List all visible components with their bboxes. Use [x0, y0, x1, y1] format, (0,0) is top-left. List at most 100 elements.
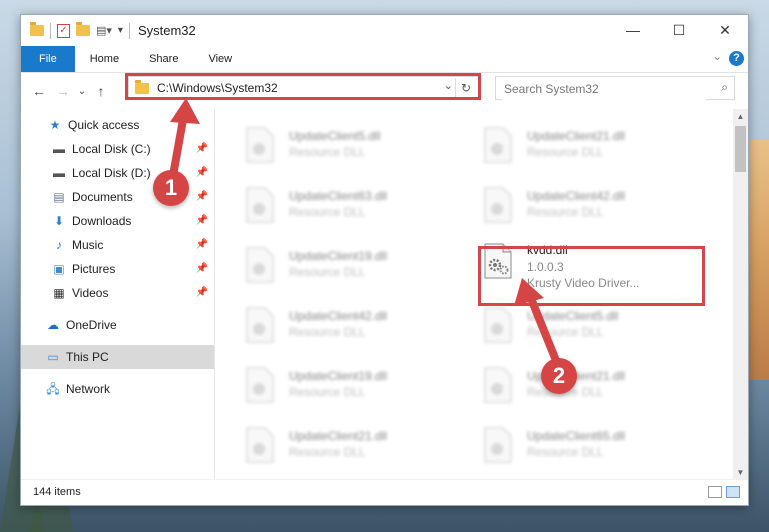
drive-icon: ▬: [53, 142, 65, 156]
explorer-window: ✓ ▤▾ ▾ System32 — ☐ ✕ File Home Share Vi…: [20, 14, 749, 506]
file-description: Resource DLL: [289, 385, 366, 399]
pictures-icon: ▣: [53, 262, 65, 276]
scroll-down-icon[interactable]: ▼: [733, 465, 748, 480]
window-title: System32: [137, 23, 196, 38]
new-folder-icon[interactable]: [76, 22, 90, 36]
search-input[interactable]: [502, 78, 706, 100]
expand-ribbon-icon[interactable]: ⌄: [713, 50, 722, 63]
file-item[interactable]: UpdateClient19.dll Resource DLL: [245, 247, 387, 283]
pc-icon: ▭: [47, 350, 59, 364]
large-icons-view-icon[interactable]: [726, 486, 740, 498]
tab-file[interactable]: File: [21, 46, 75, 72]
pin-icon: 📌: [195, 263, 208, 274]
sidebar-item-music[interactable]: ♪ Music 📌: [21, 233, 214, 257]
file-description: Resource DLL: [289, 325, 366, 339]
file-name: UpdateClient19.dll: [289, 369, 388, 383]
address-dropdown-icon[interactable]: ⌄: [444, 79, 453, 92]
file-item[interactable]: UpdateClient65.dll Resource DLL: [483, 427, 625, 463]
tab-home[interactable]: Home: [75, 46, 134, 72]
recent-locations-button[interactable]: ⌄: [75, 86, 89, 97]
dll-file-icon: [484, 367, 512, 403]
help-icon[interactable]: ?: [729, 51, 744, 66]
sidebar-item-label: Network: [66, 382, 111, 396]
sidebar-item-label: Quick access: [68, 118, 140, 132]
close-button[interactable]: ✕: [702, 15, 748, 46]
dll-file-icon: [484, 187, 512, 223]
details-view-icon[interactable]: [708, 486, 722, 498]
sidebar-item-label: Pictures: [72, 262, 116, 276]
file-name: UpdateClient5.dll: [289, 129, 381, 143]
maximize-button[interactable]: ☐: [656, 15, 702, 46]
sidebar-item-network[interactable]: 🖧 Network: [21, 377, 214, 401]
status-bar: 144 items: [21, 479, 748, 505]
dll-file-icon: [246, 307, 274, 343]
sidebar-item-label: Local Disk (C:): [72, 142, 151, 156]
folder-icon: [135, 79, 149, 94]
sidebar-item-quick-access[interactable]: ★ Quick access: [21, 113, 214, 137]
item-count: 144 items: [33, 486, 81, 498]
minimize-button[interactable]: —: [610, 15, 656, 46]
scroll-up-icon[interactable]: ▲: [733, 109, 748, 124]
dll-file-icon: [484, 427, 512, 463]
sidebar-item-downloads[interactable]: ⬇ Downloads 📌: [21, 209, 214, 233]
file-name: UpdateClient19.dll: [289, 249, 388, 263]
sidebar-item-onedrive[interactable]: ☁ OneDrive: [21, 313, 214, 337]
pin-icon: 📌: [195, 239, 208, 250]
forward-button[interactable]: →: [51, 83, 75, 99]
navigation-pane: ★ Quick access ▬ Local Disk (C:) 📌 ▬ Loc…: [21, 109, 215, 480]
sidebar-item-label: Documents: [72, 190, 133, 204]
file-item[interactable]: UpdateClient5.dll Resource DLL: [245, 127, 380, 163]
file-item[interactable]: UpdateClient42.dll Resource DLL: [245, 307, 387, 343]
properties-icon[interactable]: ✓: [57, 23, 70, 38]
view-options-icon[interactable]: ▤▾: [96, 24, 112, 37]
file-item[interactable]: UpdateClient63.dll Resource DLL: [245, 187, 387, 223]
ribbon-tabs: File Home Share View ⌄ ?: [21, 46, 748, 73]
file-name: UpdateClient5.dll: [527, 309, 619, 323]
dll-file-icon: [246, 187, 274, 223]
tab-view[interactable]: View: [193, 46, 247, 72]
divider: [50, 22, 51, 39]
file-name: UpdateClient65.dll: [527, 429, 626, 443]
scrollbar-thumb[interactable]: [735, 126, 746, 172]
file-name: UpdateClient21.dll: [527, 129, 626, 143]
dll-file-icon: [484, 127, 512, 163]
cloud-icon: ☁: [47, 318, 59, 332]
file-description: Resource DLL: [289, 205, 366, 219]
file-item[interactable]: UpdateClient5.dll Resource DLL: [483, 307, 618, 343]
dll-file-icon: [246, 367, 274, 403]
file-item[interactable]: UpdateClient19.dll Resource DLL: [245, 367, 387, 403]
sidebar-item-label: Music: [72, 238, 104, 252]
tab-share[interactable]: Share: [134, 46, 193, 72]
pin-icon: 📌: [195, 191, 208, 202]
sidebar-item-this-pc[interactable]: ▭ This PC: [21, 345, 214, 369]
file-item[interactable]: UpdateClient21.dll Resource DLL: [245, 427, 387, 463]
file-name: UpdateClient63.dll: [289, 189, 388, 203]
sidebar-item-videos[interactable]: ▦ Videos 📌: [21, 281, 214, 305]
file-item[interactable]: UpdateClient21.dll Resource DLL: [483, 127, 625, 163]
pin-icon: 📌: [195, 215, 208, 226]
window-controls: — ☐ ✕: [610, 15, 748, 46]
customize-toolbar-icon[interactable]: ▾: [118, 25, 123, 36]
file-highlight: [478, 246, 705, 306]
up-button[interactable]: ↑: [89, 83, 113, 99]
sidebar-item-local-disk-c[interactable]: ▬ Local Disk (C:) 📌: [21, 137, 214, 161]
address-path[interactable]: C:\Windows\System32: [157, 81, 278, 95]
address-bar[interactable]: C:\Windows\System32 ⌄ ↻: [128, 76, 480, 100]
network-icon: 🖧: [46, 382, 60, 396]
sidebar-item-pictures[interactable]: ▣ Pictures 📌: [21, 257, 214, 281]
folder-icon: [30, 22, 44, 36]
file-description: Resource DLL: [289, 265, 366, 279]
refresh-button[interactable]: ↻: [455, 78, 476, 98]
title-bar: ✓ ▤▾ ▾ System32 — ☐ ✕: [21, 15, 748, 46]
vertical-scrollbar[interactable]: ▲ ▼: [733, 109, 748, 480]
music-icon: ♪: [56, 238, 62, 252]
file-description: Resource DLL: [289, 145, 366, 159]
file-item[interactable]: UpdateClient42.dll Resource DLL: [483, 187, 625, 223]
dll-file-icon: [246, 247, 274, 283]
file-list: UpdateClient5.dll Resource DLL UpdateClie…: [215, 109, 733, 480]
dll-file-icon: [246, 127, 274, 163]
back-button[interactable]: ←: [27, 83, 51, 99]
search-icon[interactable]: ⌕: [721, 80, 728, 95]
search-box[interactable]: ⌕: [495, 76, 735, 100]
documents-icon: ▤: [53, 190, 65, 204]
